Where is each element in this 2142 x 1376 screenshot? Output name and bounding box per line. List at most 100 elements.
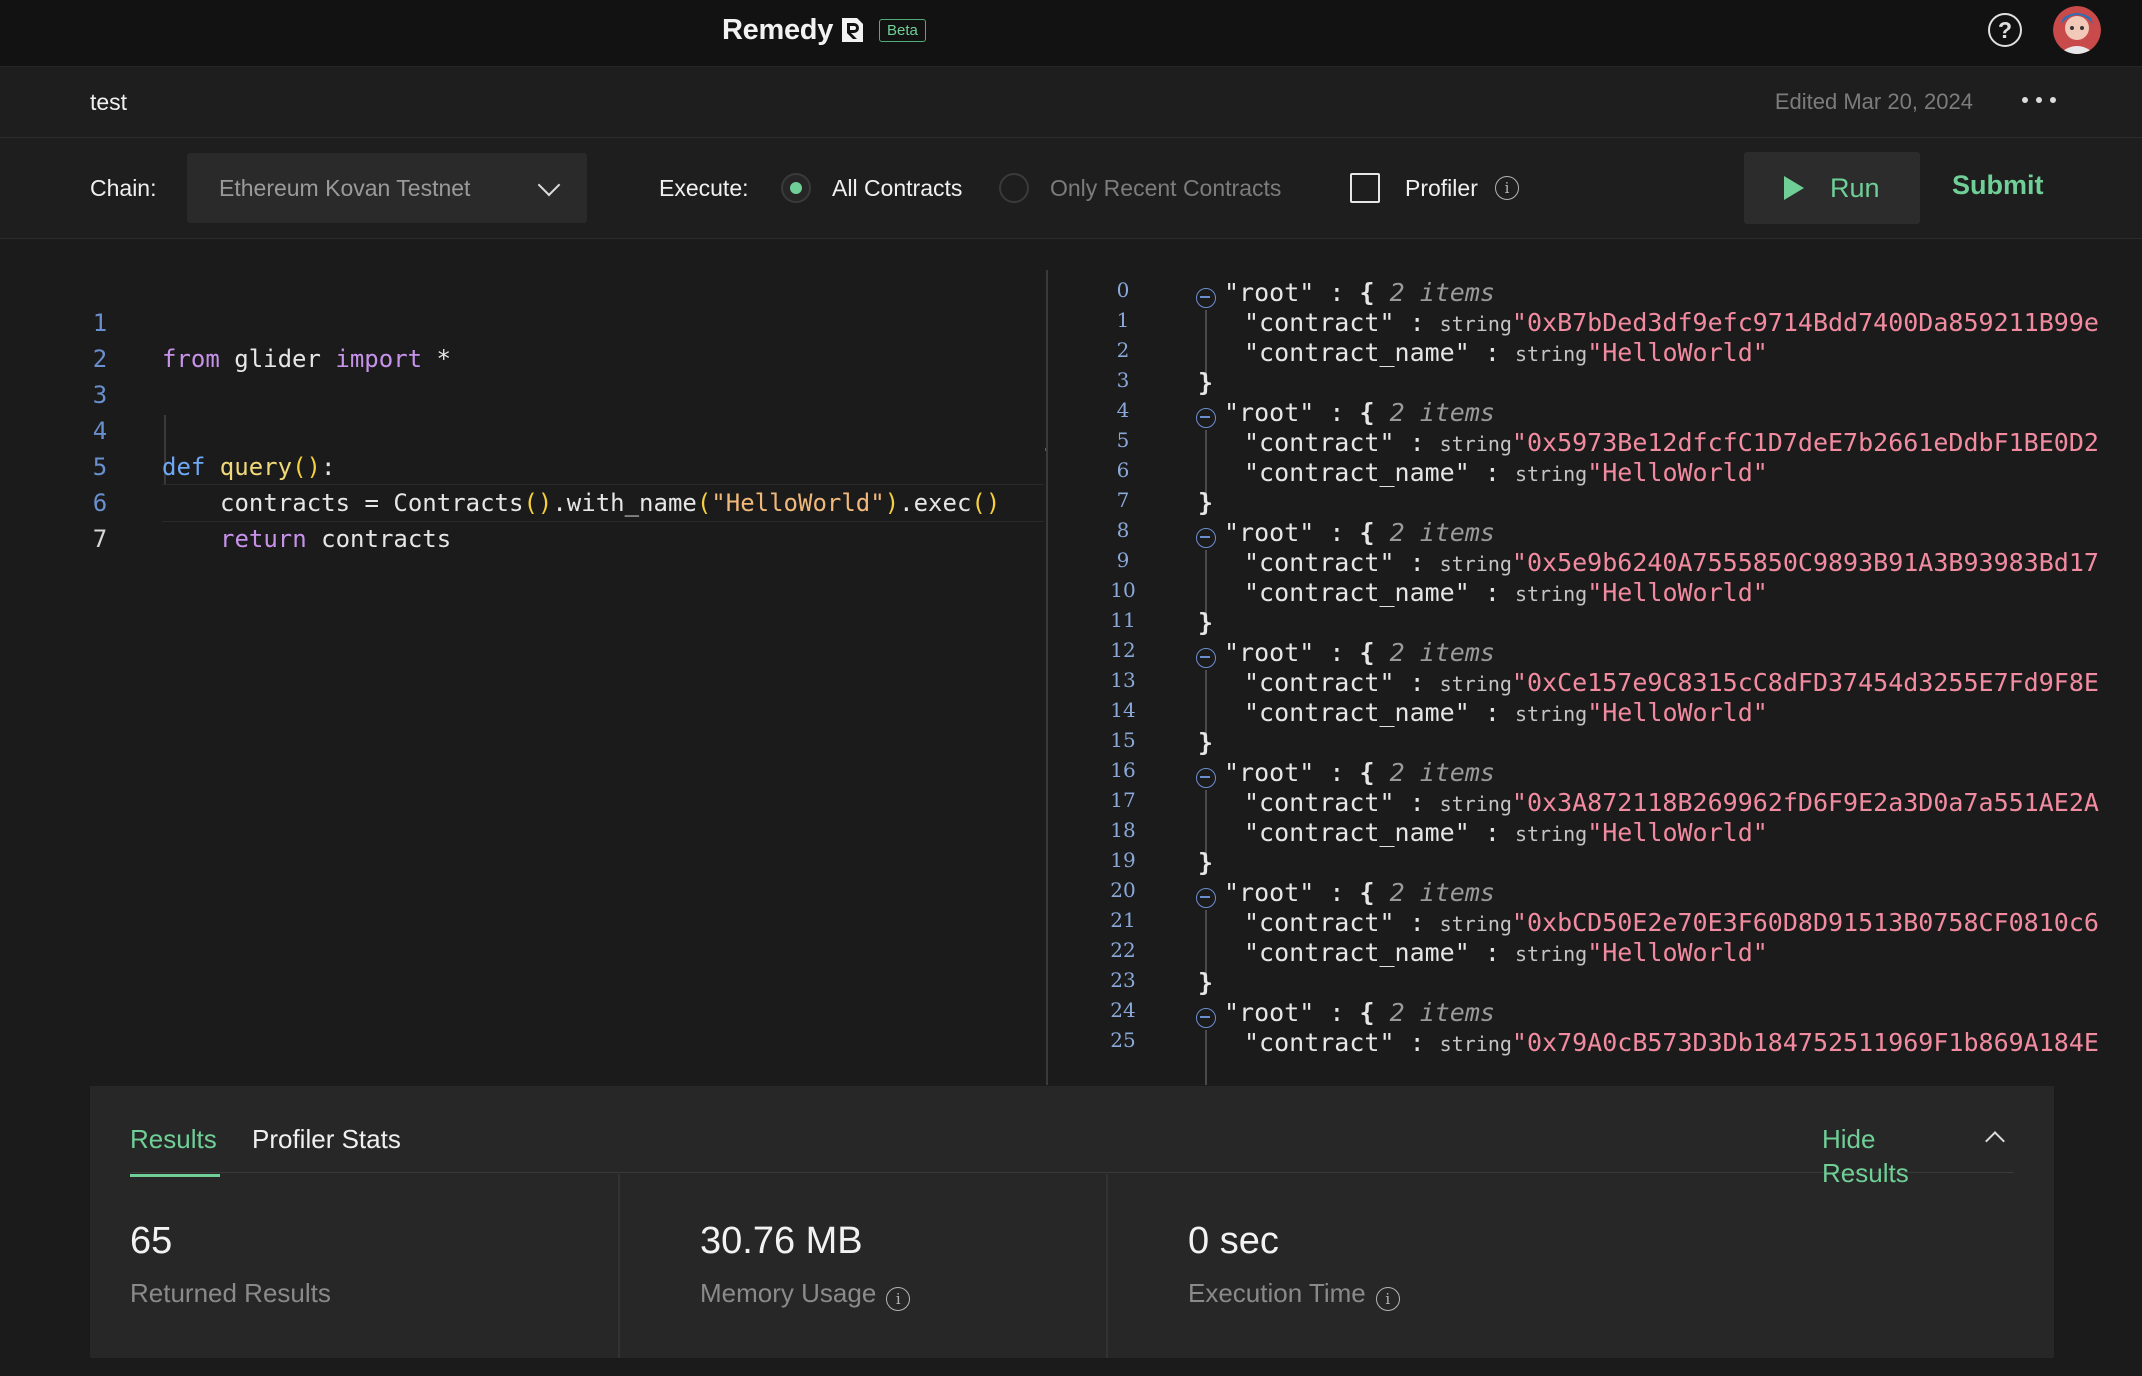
json-item-count: 2 items	[1389, 998, 1495, 1027]
json-key: "contract_name"	[1244, 578, 1470, 607]
json-key: "root"	[1224, 758, 1315, 787]
collapse-icon[interactable]	[1196, 528, 1216, 548]
json-results-view[interactable]: 0 1 2 3 4 5 6 7 8 9 10 11 12 13 14 15 16 17 18 19 20 21 22 23 24…	[1046, 270, 2142, 1085]
collapse-icon[interactable]	[1196, 888, 1216, 908]
json-contract-line: "contract" : string"0x3A872118B269962fD6…	[1244, 788, 2099, 817]
collapse-icon[interactable]	[1196, 1008, 1216, 1028]
chain-select-value: Ethereum Kovan Testnet	[219, 174, 471, 201]
collapse-icon[interactable]	[1196, 768, 1216, 788]
json-line-number: 4	[1116, 398, 1130, 422]
json-key: "contract"	[1244, 428, 1395, 457]
json-brace: {	[1359, 638, 1375, 667]
brand[interactable]: Remedy Beta	[722, 10, 926, 50]
json-separator: :	[1394, 668, 1440, 697]
info-icon[interactable]: i	[1375, 1287, 1400, 1311]
json-separator: :	[1469, 338, 1515, 367]
json-root-line[interactable]: "root" : { 2 items	[1224, 878, 1495, 907]
json-type-label: string	[1439, 672, 1512, 696]
json-type-label: string	[1439, 312, 1512, 336]
json-key: "contract_name"	[1244, 338, 1470, 367]
avatar-image	[2053, 6, 2101, 54]
code-line: 4 def query():	[0, 377, 1045, 481]
profiler-label[interactable]: Profiler	[1405, 175, 1478, 202]
json-line-number: 13	[1110, 668, 1136, 692]
json-indent-guide	[1205, 790, 1207, 856]
collapse-icon[interactable]	[1196, 408, 1216, 428]
json-close-brace: }	[1198, 728, 1214, 757]
json-root-line[interactable]: "root" : { 2 items	[1224, 758, 1495, 787]
json-line-number: 5	[1116, 428, 1130, 452]
json-line-number: 22	[1110, 938, 1136, 962]
chain-select[interactable]: Ethereum Kovan Testnet	[187, 153, 587, 223]
json-brace: {	[1359, 878, 1375, 907]
json-string-value: "0xbCD50E2e70E3F60D8D91513B0758CF0810c6	[1511, 908, 2099, 937]
json-brace: {	[1359, 518, 1375, 547]
stat-label: Execution Time i	[1188, 1278, 1400, 1311]
json-contract-line: "contract" : string"0xCe157e9C8315cC8dFD…	[1244, 668, 2099, 697]
tab-profiler-stats[interactable]: Profiler Stats	[252, 1124, 401, 1155]
collapse-icon[interactable]	[1196, 288, 1216, 308]
json-key: "contract"	[1244, 668, 1395, 697]
json-root-line[interactable]: "root" : { 2 items	[1224, 998, 1495, 1027]
json-line-number: 3	[1116, 368, 1130, 392]
chevron-up-icon[interactable]	[1985, 1131, 2005, 1151]
hide-results-button[interactable]: Hide Results	[1822, 1122, 1932, 1190]
stat-memory-usage: 30.76 MB Memory Usage i	[700, 1220, 911, 1311]
profiler-checkbox[interactable]	[1350, 173, 1380, 203]
json-separator: :	[1394, 908, 1440, 937]
query-name[interactable]: test	[90, 89, 127, 116]
json-string-value: "0x3A872118B269962fD6F9E2a3D0a7a551AE2A	[1511, 788, 2099, 817]
json-key: "contract"	[1244, 788, 1395, 817]
json-line-number: 2	[1116, 338, 1130, 362]
radio-all-contracts[interactable]	[781, 173, 811, 203]
run-button-label: Run	[1830, 172, 1880, 203]
json-item-count: 2 items	[1389, 758, 1495, 787]
keyword: return	[220, 525, 307, 553]
json-close-brace: }	[1198, 368, 1214, 397]
stat-label: Memory Usage i	[700, 1278, 911, 1311]
stat-value: 65	[130, 1220, 173, 1262]
json-root-line[interactable]: "root" : { 2 items	[1224, 638, 1495, 667]
info-icon[interactable]: i	[886, 1287, 911, 1311]
submit-button[interactable]: Submit	[1952, 170, 2044, 201]
avatar[interactable]	[2053, 6, 2101, 54]
more-icon[interactable]	[2022, 87, 2056, 113]
json-brace: {	[1359, 998, 1375, 1027]
json-root-line[interactable]: "root" : { 2 items	[1224, 278, 1495, 307]
json-root-line[interactable]: "root" : { 2 items	[1224, 398, 1495, 427]
option-only-recent-label[interactable]: Only Recent Contracts	[1050, 175, 1281, 202]
json-root-line[interactable]: "root" : { 2 items	[1224, 518, 1495, 547]
json-string-value: "HelloWorld"	[1587, 938, 1768, 967]
json-brace: {	[1359, 278, 1375, 307]
tab-results[interactable]: Results	[130, 1124, 217, 1155]
json-key: "root"	[1224, 878, 1315, 907]
chain-label: Chain:	[90, 175, 157, 201]
stat-value: 30.76 MB	[700, 1220, 863, 1262]
json-contract-name-line: "contract_name" : string"HelloWorld"	[1244, 338, 1768, 367]
code-line: 2	[0, 305, 1045, 373]
json-indent-guide	[1205, 550, 1207, 616]
collapse-icon[interactable]	[1196, 648, 1216, 668]
json-separator: :	[1469, 458, 1515, 487]
stat-execution-time: 0 sec Execution Time i	[1188, 1220, 1400, 1311]
json-line-number: 10	[1110, 578, 1136, 602]
json-close-brace: }	[1198, 848, 1214, 877]
json-contract-name-line: "contract_name" : string"HelloWorld"	[1244, 818, 1768, 847]
json-key: "contract"	[1244, 1028, 1395, 1057]
code-editor[interactable]: 1 from glider import * 2 3 4 def query()…	[0, 239, 1045, 1085]
option-all-contracts-label[interactable]: All Contracts	[832, 175, 962, 202]
run-button[interactable]: Run	[1744, 152, 1920, 224]
info-icon[interactable]: i	[1495, 176, 1519, 200]
code-line: 7	[0, 485, 1045, 553]
json-contract-line: "contract" : string"0x5973Be12dfcfC1D7de…	[1244, 428, 2099, 457]
help-icon[interactable]: ?	[1988, 13, 2022, 47]
json-item-count: 2 items	[1389, 638, 1495, 667]
json-type-label: string	[1439, 912, 1512, 936]
radio-only-recent-contracts[interactable]	[999, 173, 1029, 203]
json-contract-name-line: "contract_name" : string"HelloWorld"	[1244, 698, 1768, 727]
code-text: contracts	[306, 525, 452, 553]
brand-name: Remedy	[722, 13, 834, 46]
json-type-label: string	[1439, 432, 1512, 456]
json-contract-line: "contract" : string"0x79A0cB573D3Db18475…	[1244, 1028, 2099, 1057]
stat-label: Returned Results	[130, 1278, 331, 1308]
